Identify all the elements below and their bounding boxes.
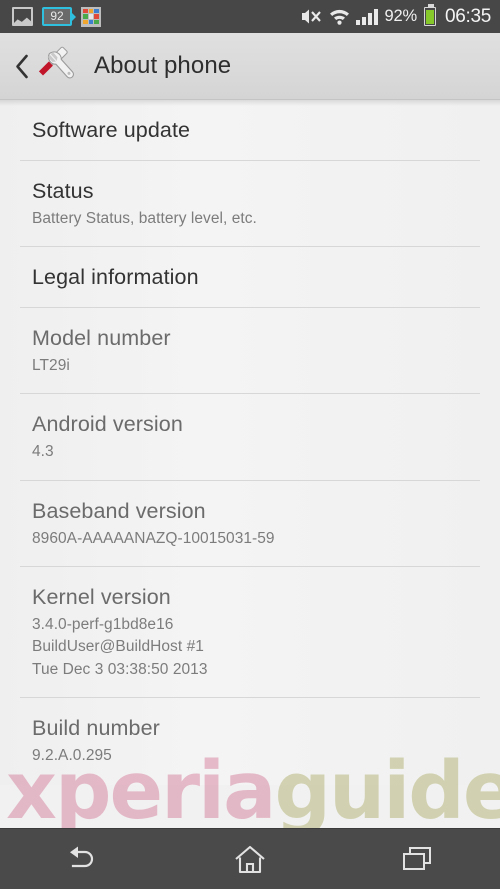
row-subtitle: LT29i xyxy=(32,356,70,374)
row-subtitle: 8960A-AAAAANAZQ-10015031-59 xyxy=(32,529,275,547)
list-item-build-number: Build number 9.2.A.0.295 xyxy=(0,698,500,785)
nav-recents-icon[interactable] xyxy=(333,829,500,889)
row-subtitle: 3.4.0-perf-g1bd8e16 BuildUser@BuildHost … xyxy=(32,616,208,678)
list-item-legal-information[interactable]: Legal information xyxy=(0,247,500,309)
tools-settings-icon[interactable] xyxy=(36,43,82,89)
status-bar: 92 92% 06:35 xyxy=(0,0,500,33)
row-title: Model number xyxy=(32,326,171,351)
battery-icon xyxy=(423,4,436,26)
nav-back-icon[interactable] xyxy=(0,829,167,889)
row-subtitle: 4.3 xyxy=(32,443,54,461)
vibrate-mute-icon xyxy=(300,8,322,25)
list-item-model-number: Model number LT29i xyxy=(0,308,500,395)
row-title: Kernel version xyxy=(32,585,171,610)
battery-percent-label: 92% xyxy=(384,7,418,25)
wifi-icon xyxy=(329,9,349,25)
navigation-bar xyxy=(0,828,500,889)
row-title: Build number xyxy=(32,716,160,741)
nav-home-icon[interactable] xyxy=(167,829,334,889)
action-bar: About phone xyxy=(0,33,500,100)
cellular-signal-icon xyxy=(355,8,378,25)
row-subtitle: Battery Status, battery level, etc. xyxy=(32,209,257,227)
row-title: Software update xyxy=(32,118,191,142)
status-bar-left-icons: 92 xyxy=(12,6,101,27)
row-title: Legal information xyxy=(32,265,199,290)
row-subtitle: 9.2.A.0.295 xyxy=(32,747,112,765)
apps-grid-icon xyxy=(81,6,101,27)
row-title: Baseband version xyxy=(32,498,206,523)
list-item-kernel-version: Kernel version 3.4.0-perf-g1bd8e16 Build… xyxy=(0,567,500,699)
status-bar-right-icons: 92% 06:35 xyxy=(300,4,491,28)
row-title: Status xyxy=(32,178,94,203)
android-about-phone-screen: 92 92% 06:35 About phone Software update… xyxy=(0,0,500,889)
settings-list[interactable]: Software update Status Battery Status, b… xyxy=(0,100,500,828)
back-chevron-icon[interactable] xyxy=(9,33,35,100)
list-item-baseband-version: Baseband version 8960A-AAAAANAZQ-1001503… xyxy=(0,480,500,568)
notification-count-badge: 92 xyxy=(42,7,76,26)
row-title: Android version xyxy=(32,412,183,437)
status-bar-clock: 06:35 xyxy=(444,5,491,27)
page-title: About phone xyxy=(94,52,232,79)
list-item-status[interactable]: Status Battery Status, battery level, et… xyxy=(0,160,500,248)
list-item-software-update[interactable]: Software update xyxy=(0,100,500,161)
list-item-android-version: Android version 4.3 xyxy=(0,394,500,481)
gallery-icon xyxy=(12,7,33,26)
